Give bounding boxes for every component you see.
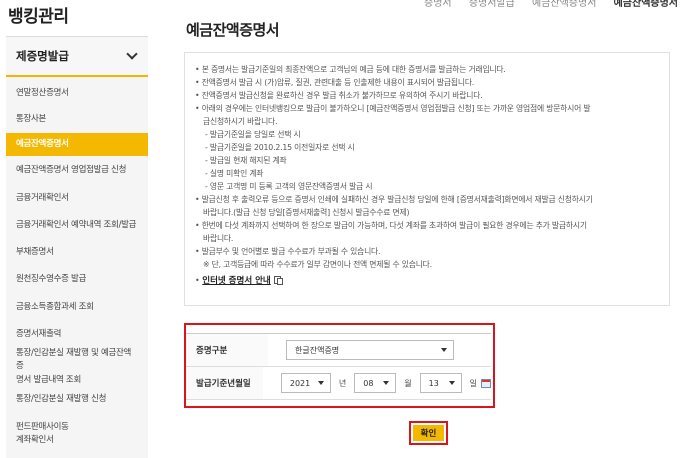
sidebar-menu: 연말정산증명서 통장사본 예금잔액증명서 예금잔액증명서 영업점발급 신청 금융… <box>6 77 148 454</box>
sidebar-item-debt-certificate[interactable]: 부채증명서 <box>6 240 148 266</box>
doc-type-label: 증명구분 <box>186 334 268 366</box>
notice-line: ※ 단, 고객등급에 따라 수수료가 일부 감면이나 전액 면제될 수 있습니다… <box>203 260 432 269</box>
notice-line: 바랍니다. <box>203 234 234 243</box>
sidebar-group-label: 제증명발급 <box>16 49 69 63</box>
calendar-icon[interactable] <box>481 378 491 388</box>
day-select[interactable]: 13 <box>419 373 462 393</box>
notice-line: 발급신청 후 출력오류 등으로 증명서 인쇄에 실패하신 경우 발급신청 당일에… <box>195 193 659 206</box>
certificate-guide-link[interactable]: 인터넷 증명서 안내 <box>202 274 283 286</box>
notice-line: 발급기준일을 2010.2.15 이전일자로 선택 시 <box>195 141 659 154</box>
notice-line: 아래의 경우에는 인터넷뱅킹으로 발급이 불가하오니 [예금잔액증명서 영업점발… <box>195 102 659 115</box>
sidebar: 뱅킹관리 제증명발급 연말정산증명서 통장사본 예금잔액증명서 예금잔액증명서 … <box>0 0 148 458</box>
notice-line: 발급일 현재 해지된 계좌 <box>195 154 659 167</box>
notice-line: 한번에 다섯 계좌까지 선택하여 한 장으로 발급이 가능하며, 다섯 계좌를 … <box>195 219 659 232</box>
form-row-date: 발급기준년월일 2021 년 08 월 13 일 <box>186 367 491 400</box>
sidebar-group-header[interactable]: 제증명발급 <box>6 37 148 77</box>
notice-line: 급신청하시기 바랍니다. <box>203 117 278 126</box>
sidebar-item-withholding-receipt[interactable]: 원천징수영수증 발급 <box>6 266 148 294</box>
year-select[interactable]: 2021 <box>280 373 331 393</box>
dropdown-caret-icon <box>383 381 390 385</box>
sidebar-title: 뱅킹관리 <box>8 7 69 27</box>
sidebar-item-transaction-confirmation[interactable]: 금융거래확인서 <box>6 186 148 212</box>
dropdown-caret-icon <box>448 381 455 385</box>
confirm-button[interactable]: 확인 <box>413 425 444 441</box>
notice-line: 발급부수 및 언어별로 발급 수수료가 부과될 수 있습니다. <box>195 245 659 258</box>
day-unit: 일 <box>469 378 477 388</box>
new-window-icon <box>273 276 283 285</box>
notice-line: 바랍니다.(발급 신청 당일[증명서재출력] 신청시 발급수수료 면제) <box>203 208 410 217</box>
date-label: 발급기준년월일 <box>186 367 263 399</box>
notice-list: 본 증명서는 발급기준일의 최종잔액으로 고객님의 예금 등에 대한 증명서를 … <box>195 63 659 271</box>
sidebar-item-reissue-request[interactable]: 통장/인감분실 재발행 신청 <box>6 386 148 414</box>
sidebar-item-reservation-lookup[interactable]: 금융거래확인서 예약내역 조회/발급 <box>6 212 148 240</box>
month-select[interactable]: 08 <box>354 373 397 393</box>
sidebar-panel: 제증명발급 연말정산증명서 통장사본 예금잔액증명서 예금잔액증명서 영업점발급… <box>6 36 148 458</box>
notice-line: 영문 고객명 미 등록 고객의 영문잔액증명서 발급 시 <box>195 180 659 193</box>
main-content: 예금잔액증명서 본 증명서는 발급기준일의 최종잔액으로 고객님의 예금 등에 … <box>184 0 700 458</box>
notice-line: 잔액증명서 발급 시 (가)압류, 질권, 관련대출 등 인출제한 내용이 표시… <box>195 76 659 89</box>
month-unit: 월 <box>404 378 412 388</box>
sidebar-item-financial-income-tax[interactable]: 금융소득종합과세 조회 <box>6 294 148 321</box>
sidebar-item-branch-issue-request[interactable]: 예금잔액증명서 영업점발급 신청 <box>6 156 148 186</box>
notice-line: 실명 미확인 계좌 <box>195 167 659 180</box>
dropdown-caret-icon <box>317 381 324 385</box>
sidebar-item-balance-certificate[interactable]: 예금잔액증명서 <box>6 133 148 156</box>
sidebar-item-reissue-history[interactable]: 통장/인감분실 재발행 및 예금잔액증 명서 발급내역 조회 <box>6 348 148 386</box>
notice-line: 잔액증명서 발급신청을 완료하신 경우 발급 취소가 불가하므로 유의하여 주시… <box>195 89 659 102</box>
issue-form: 증명구분 한글잔액증명 발급기준년월일 2021 년 08 월 13 일 <box>186 333 491 400</box>
issue-form-highlight: 증명구분 한글잔액증명 발급기준년월일 2021 년 08 월 13 일 <box>184 323 495 408</box>
notice-box: 본 증명서는 발급기준일의 최종잔액으로 고객님의 예금 등에 대한 증명서를 … <box>184 52 670 306</box>
notice-line: 본 증명서는 발급기준일의 최종잔액으로 고객님의 예금 등에 대한 증명서를 … <box>195 63 659 76</box>
sidebar-item-passbook-copy[interactable]: 통장사본 <box>6 106 148 133</box>
confirm-button-highlight: 확인 <box>409 421 448 445</box>
notice-line: 발급기준일을 당일로 선택 시 <box>195 128 659 141</box>
sidebar-item-fund-transfer-confirmation[interactable]: 펀드판매사이동 계좌확인서 <box>6 414 148 454</box>
page-title: 예금잔액증명서 <box>186 21 280 39</box>
chevron-down-icon <box>126 48 138 60</box>
sidebar-item-reprint[interactable]: 증명서재출력 <box>6 321 148 348</box>
year-unit: 년 <box>338 378 347 388</box>
sidebar-item-year-end-tax[interactable]: 연말정산증명서 <box>6 77 148 106</box>
dropdown-caret-icon <box>441 348 447 352</box>
form-row-doc-type: 증명구분 한글잔액증명 <box>186 334 491 367</box>
doc-type-select[interactable]: 한글잔액증명 <box>286 340 454 360</box>
